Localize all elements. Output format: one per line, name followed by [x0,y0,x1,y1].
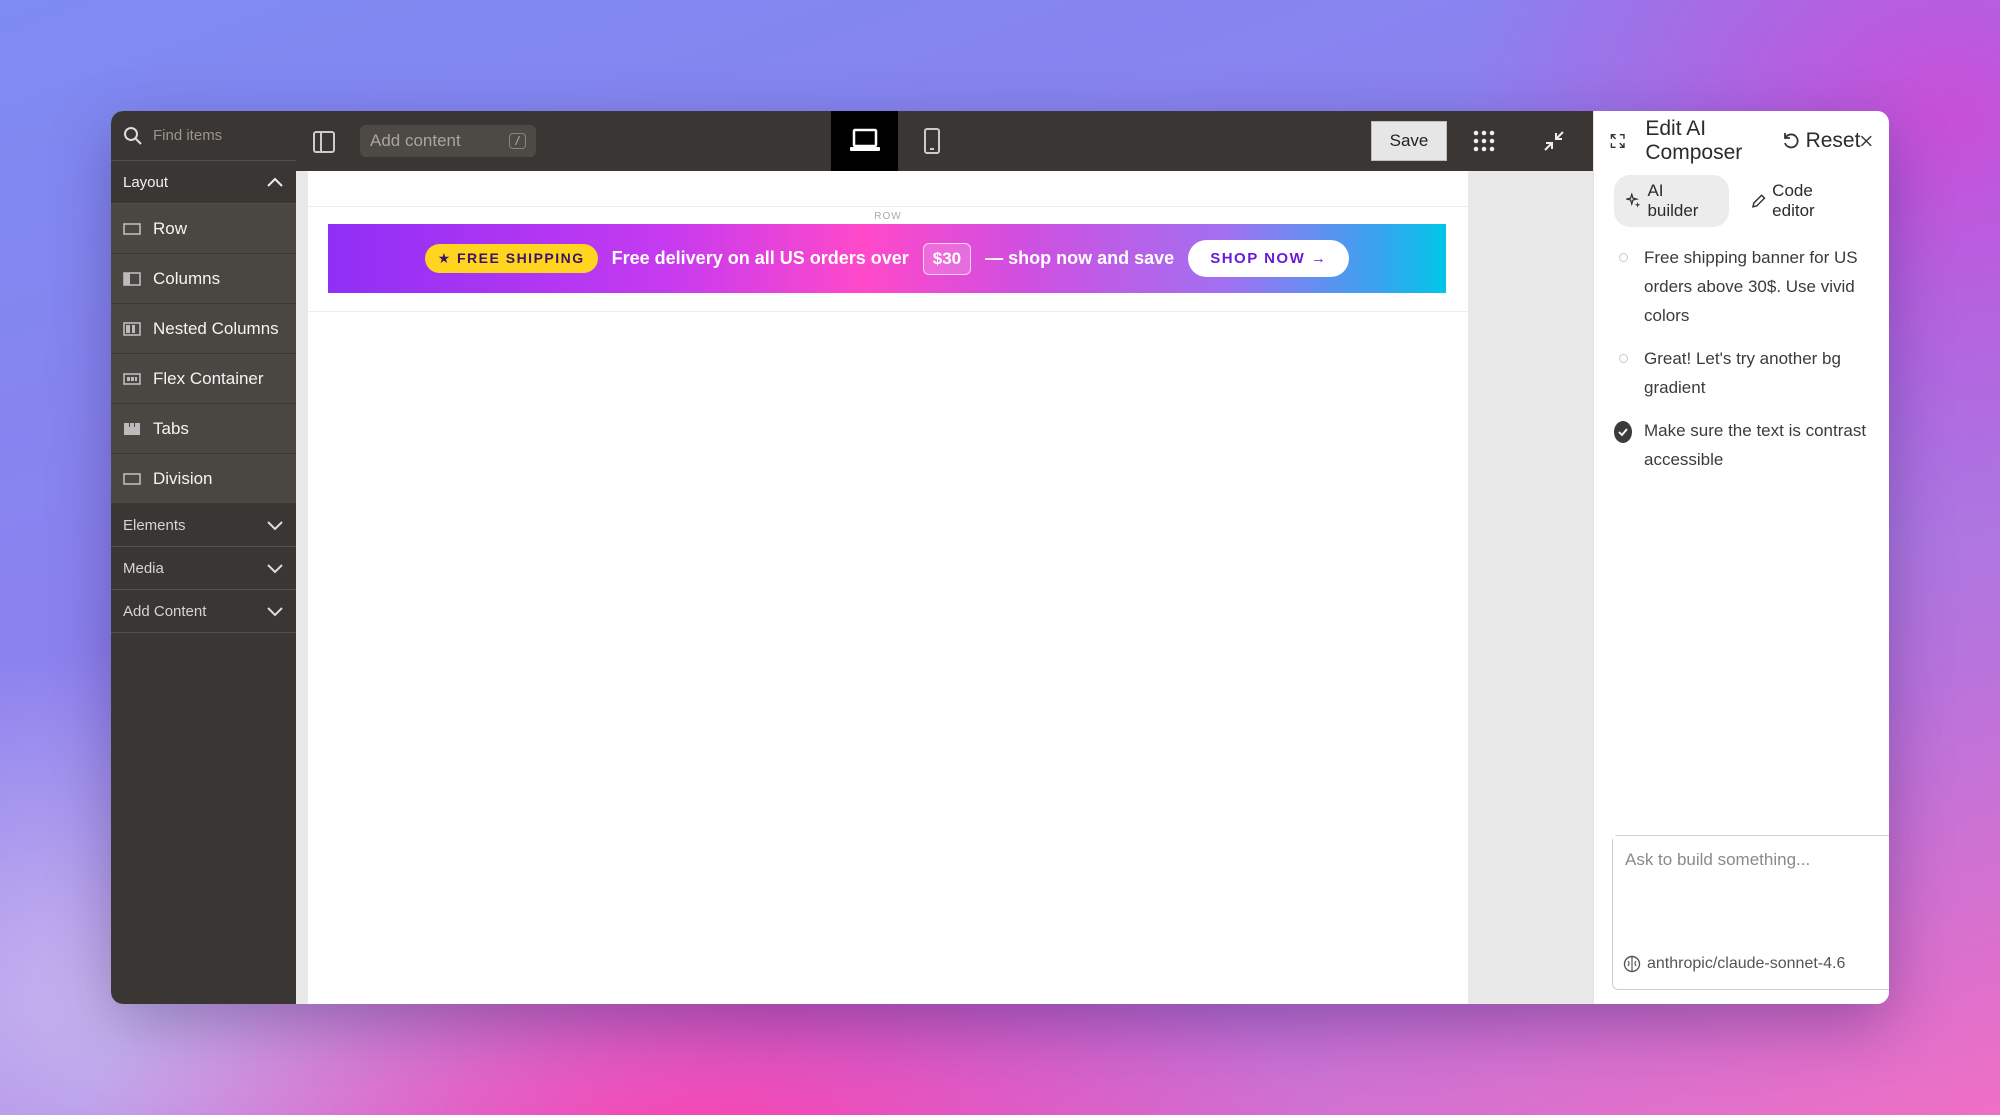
reset-label: Reset [1805,129,1861,152]
media-section-header[interactable]: Media [111,547,296,590]
check-circle-icon [1614,416,1632,474]
mobile-view-button[interactable] [898,111,965,171]
empty-row[interactable] [308,171,1468,207]
row-icon [123,222,141,235]
shipping-banner[interactable]: ★ FREE SHIPPING Free delivery on all US … [328,224,1446,293]
brain-icon [1623,955,1641,973]
page-preview: ROW ★ FREE SHIPPING Free delivery on all… [308,171,1468,1004]
close-icon[interactable] [1860,132,1873,150]
shortcut-badge: / [508,133,526,149]
history-text: Make sure the text is contrast accessibl… [1644,421,1867,469]
history-item[interactable]: Free shipping banner for US orders above… [1614,243,1869,330]
banner-row[interactable]: ★ FREE SHIPPING Free delivery on all US … [308,224,1468,312]
ai-panel-title: Edit AI Composer [1645,117,1743,164]
add-content-input[interactable]: Add content / [360,125,536,157]
pending-dot-icon [1614,243,1632,330]
sidebar-item-columns[interactable]: Columns [111,254,296,304]
history-item[interactable]: Make sure the text is contrast accessibl… [1614,416,1869,474]
layout-section-header[interactable]: Layout [111,161,296,204]
nested-columns-icon [123,321,141,336]
history-item[interactable]: Great! Let's try another bg gradient [1614,344,1869,402]
ai-panel-tabs: AI builder Code editor [1594,171,1889,231]
sidebar-item-label: Nested Columns [153,318,279,338]
reset-button[interactable]: Reset [1782,129,1861,153]
sidebar-item-label: Columns [153,268,221,288]
save-button[interactable]: Save [1371,121,1447,161]
model-selector[interactable]: anthropic/claude-sonnet-4.6 [1623,955,1845,973]
sidebar-item-row[interactable]: Row [111,204,296,254]
expand-icon[interactable] [1610,130,1625,152]
tab-ai-builder[interactable]: AI builder [1614,175,1729,227]
reset-icon [1783,133,1799,149]
apps-grid-icon[interactable] [1473,130,1495,152]
pending-dot-icon [1614,344,1632,402]
shop-now-button[interactable]: SHOP NOW → [1188,240,1350,277]
banner-text-after: — shop now and save [985,248,1175,268]
search-icon [124,126,142,145]
find-items-input[interactable] [153,127,273,144]
tab-code-editor[interactable]: Code editor [1739,175,1869,227]
section-label: Media [123,559,164,577]
price-badge: $30 [922,242,972,275]
chevron-down-icon [267,607,283,617]
prompt-history: Free shipping banner for US orders above… [1594,231,1889,474]
mobile-icon [923,128,940,154]
sidebar-toggle-icon[interactable] [312,130,336,154]
chevron-down-icon [267,521,283,531]
free-shipping-pill: ★ FREE SHIPPING [424,244,598,273]
tabs-icon [124,422,140,435]
app-window: Layout Row Columns Nested Columns Flex C… [111,111,1889,1004]
editor-canvas: ROW ★ FREE SHIPPING Free delivery on all… [296,171,1593,1004]
flex-container-icon [123,372,141,385]
elements-section-header[interactable]: Elements [111,504,296,547]
chevron-up-icon [267,177,283,187]
sidebar-item-label: Row [153,218,188,238]
composer-footer: anthropic/claude-sonnet-4.6 + [1623,949,1889,979]
ai-composer-panel: Edit AI Composer Reset AI builder Code e… [1593,111,1889,1004]
layout-section-label: Layout [123,173,169,191]
sidebar-item-tabs[interactable]: Tabs [111,404,296,454]
ai-panel-header: Edit AI Composer Reset [1594,111,1889,171]
section-label: Elements [123,516,186,534]
history-text: Free shipping banner for US orders above… [1644,248,1858,325]
row-label: ROW [874,211,902,222]
sidebar-item-flex-container[interactable]: Flex Container [111,354,296,404]
chevron-down-icon [267,564,283,574]
editor-toolbar: Add content / Save [296,111,1593,171]
history-text: Great! Let's try another bg gradient [1644,349,1841,397]
laptop-icon [849,128,880,151]
sidebar-item-label: Division [153,468,213,488]
sidebar-item-division[interactable]: Division [111,454,296,504]
elements-sidebar: Layout Row Columns Nested Columns Flex C… [111,111,296,1004]
tab-label: Code editor [1772,181,1815,220]
section-label: Add Content [123,602,207,620]
sidebar-item-label: Tabs [153,418,189,438]
add-content-placeholder: Add content [370,131,461,150]
model-name: anthropic/claude-sonnet-4.6 [1647,955,1846,972]
collapse-icon[interactable] [1543,130,1565,152]
prompt-input[interactable] [1613,836,1889,926]
sparkles-icon [1626,193,1641,208]
desktop-view-button[interactable] [831,111,898,171]
prompt-composer: anthropic/claude-sonnet-4.6 + [1612,835,1889,990]
tab-label: AI builder [1647,181,1699,220]
columns-icon [123,271,141,286]
banner-text-before: Free delivery on all US orders over [611,248,909,268]
division-icon [123,472,141,485]
sidebar-item-nested-columns[interactable]: Nested Columns [111,304,296,354]
add-content-section-header[interactable]: Add Content [111,590,296,633]
sidebar-item-label: Flex Container [153,368,264,388]
pencil-icon [1751,194,1766,208]
find-items-search [111,111,296,161]
